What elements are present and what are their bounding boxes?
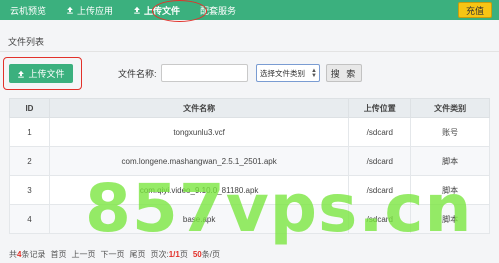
nav-upload-app[interactable]: 上传应用 [56,0,123,20]
cell-id: 4 [9,204,50,234]
pager-page-value: 1/1 [168,250,180,259]
cell-type: 脚本 [410,204,490,234]
upload-file-button[interactable]: 上传文件 [9,64,73,83]
upload-icon [134,6,140,14]
upload-icon [67,6,73,14]
nav-upload-file[interactable]: 上传文件 [123,0,190,20]
table-row[interactable]: 3 com.qiyi.video_9.10.0_81180.apk /sdcar… [9,175,490,205]
pager-per-page-value: 50 [192,250,202,259]
search-button[interactable]: 搜 索 [326,64,362,82]
pager-page-label: 页次: [150,250,169,259]
cell-filename: tongxunlu3.vcf [48,117,350,147]
cell-id: 3 [9,175,50,205]
recharge-button[interactable]: 充值 [457,2,492,18]
pager-last-link[interactable]: 尾页 [129,249,145,260]
pager-page-unit: 页 [179,250,188,259]
col-header-filename[interactable]: 文件名称 [48,98,350,118]
pager-total-suffix: 条记录 [21,250,46,259]
pager-total-prefix: 共 [9,250,17,259]
cell-id: 1 [9,117,50,147]
cell-filename: com.qiyi.video_9.10.0_81180.apk [48,175,350,205]
section-title: 文件列表 [8,37,45,47]
select-arrows-icon: ▲ ▼ [311,68,317,79]
pager-total: 共4条记录 [9,249,45,260]
nav-label: 上传文件 [144,5,181,16]
file-type-select-value: 选择文件类别 [260,68,305,78]
upload-icon [18,70,25,78]
file-type-select[interactable]: 选择文件类别 ▲ ▼ [256,64,320,82]
pager-prev-link[interactable]: 上一页 [71,249,95,260]
table-row[interactable]: 4 base.apk /sdcard 脚本 [9,204,490,234]
nav-label: 上传应用 [77,5,114,16]
nav-cloud-preview[interactable]: 云机预览 [0,0,56,20]
table-row[interactable]: 1 tongxunlu3.vcf /sdcard 账号 [9,117,490,147]
filename-input[interactable] [161,64,248,82]
top-nav: 云机预览 上传应用 上传文件 配套服务 充值 [0,0,499,20]
col-header-location[interactable]: 上传位置 [348,98,412,118]
table-header-row: ID 文件名称 上传位置 文件类别 [9,98,490,118]
filename-label: 文件名称: [118,69,157,79]
pager-per-page-suffix: 条/页 [201,250,220,259]
nav-label: 配套服务 [200,5,237,16]
divider [0,51,499,52]
cell-id: 2 [9,146,50,176]
pagination: 共4条记录 首页 上一页 下一页 尾页 页次:1/1页 50条/页 [9,249,220,260]
cell-location: /sdcard [348,117,412,147]
cell-location: /sdcard [348,146,412,176]
pager-page-info: 页次:1/1页 [150,249,187,260]
cell-filename: base.apk [48,204,350,234]
upload-button-label: 上传文件 [28,69,65,79]
file-table: ID 文件名称 上传位置 文件类别 1 tongxunlu3.vcf /sdca… [9,98,490,234]
cell-type: 脚本 [410,175,490,205]
pager-next-link[interactable]: 下一页 [100,249,124,260]
nav-label: 云机预览 [10,5,47,16]
cell-filename: com.longene.mashangwan_2.5.1_2501.apk [48,146,350,176]
col-header-type[interactable]: 文件类别 [410,98,490,118]
nav-services[interactable]: 配套服务 [190,0,246,20]
cell-type: 脚本 [410,146,490,176]
cell-type: 账号 [410,117,490,147]
pager-per-page: 50条/页 [193,249,220,260]
table-row[interactable]: 2 com.longene.mashangwan_2.5.1_2501.apk … [9,146,490,176]
col-header-id[interactable]: ID [9,98,50,118]
pager-first-link[interactable]: 首页 [50,249,66,260]
cell-location: /sdcard [348,204,412,234]
cell-location: /sdcard [348,175,412,205]
